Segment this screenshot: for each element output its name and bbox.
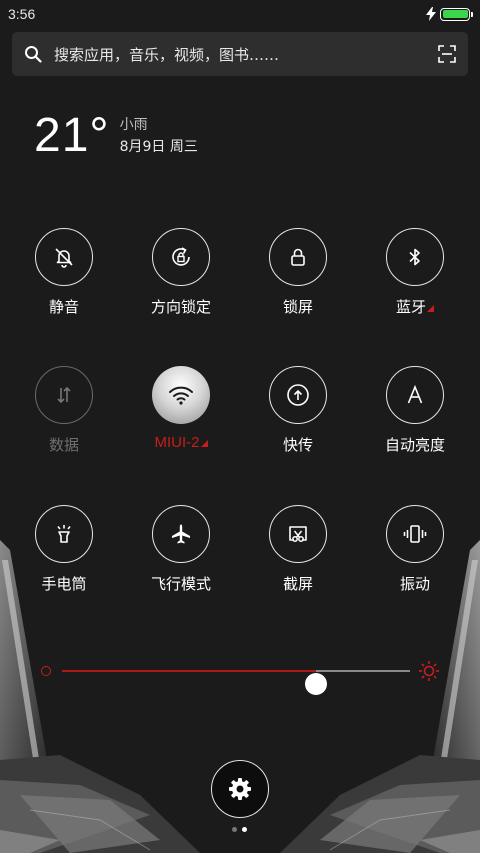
toggle-rotation-lock-circle[interactable] (152, 228, 210, 286)
weather-widget[interactable]: 21° 小雨 8月9日 周三 (34, 112, 198, 160)
rotation-lock-icon (172, 247, 190, 266)
page-indicator (232, 827, 247, 832)
toggle-wifi-label-wrap: MIUI-2 (155, 434, 208, 451)
toggle-bluetooth-circle[interactable] (386, 228, 444, 286)
toggle-lock-screen-label: 锁屏 (282, 298, 313, 316)
brightness-track-fill (62, 670, 317, 672)
weather-condition: 小雨 (119, 117, 148, 133)
screenshot-icon (289, 526, 307, 542)
toggle-vibrate-circle[interactable] (386, 505, 444, 563)
toggle-lock-screen-circle[interactable] (269, 228, 327, 286)
toggle-auto-brightness-circle[interactable] (386, 366, 444, 424)
vibrate-icon (403, 525, 427, 543)
toggle-auto-brightness-label: 自动亮度 (384, 436, 445, 454)
toggle-data[interactable]: 数据 (14, 366, 114, 455)
gear-icon (229, 778, 251, 800)
brightness-high-icon (419, 661, 439, 681)
scan-icon[interactable] (438, 45, 456, 63)
settings-button[interactable] (211, 760, 269, 818)
toggle-mute-label: 静音 (48, 298, 79, 316)
toggle-data-circle[interactable] (35, 366, 93, 424)
toggle-airplane-circle[interactable] (152, 505, 210, 563)
battery-icon (440, 7, 473, 21)
weather-temperature: 21° (34, 109, 110, 162)
toggle-bluetooth-label-wrap: 蓝牙 (396, 296, 434, 317)
auto-brightness-icon (407, 384, 423, 404)
toggle-flashlight-circle[interactable] (35, 505, 93, 563)
toggle-vibrate[interactable]: 振动 (365, 505, 465, 594)
bell-off-icon (55, 248, 73, 268)
charging-icon (426, 7, 436, 21)
wifi-icon (169, 386, 193, 405)
toggle-airplane[interactable]: 飞行模式 (131, 505, 231, 594)
bluetooth-icon (409, 248, 420, 266)
lock-icon (291, 248, 305, 266)
flashlight-icon (57, 525, 71, 543)
toggle-rotation-lock[interactable]: 方向锁定 (131, 228, 231, 317)
brightness-track[interactable] (62, 670, 410, 695)
toggle-wifi[interactable]: MIUI-2 (131, 366, 231, 451)
weather-date: 8月9日 周三 (119, 139, 198, 155)
airplane-icon (172, 524, 190, 544)
toggle-screenshot[interactable]: 截屏 (248, 505, 348, 594)
brightness-low-icon (41, 666, 51, 676)
toggle-data-label: 数据 (48, 436, 79, 454)
toggle-auto-brightness[interactable]: 自动亮度 (365, 366, 465, 455)
toggle-screenshot-circle[interactable] (269, 505, 327, 563)
toggle-quick-transfer-circle[interactable] (269, 366, 327, 424)
toggle-flashlight-label: 手电筒 (41, 575, 87, 593)
brightness-slider[interactable] (38, 656, 442, 695)
brightness-thumb[interactable] (305, 673, 328, 695)
status-icons (426, 7, 473, 21)
quick-transfer-icon (287, 384, 309, 406)
toggle-vibrate-label: 振动 (399, 575, 430, 593)
toggle-wifi-circle[interactable] (152, 366, 210, 424)
search-placeholder[interactable]: 搜索应用，音乐，视频，图书…… (54, 44, 438, 65)
toggle-quick-transfer-label: 快传 (282, 436, 313, 454)
status-time: 3:56 (8, 6, 36, 22)
toggle-flashlight[interactable]: 手电筒 (14, 505, 114, 594)
expand-marker-icon (200, 440, 208, 447)
toggle-bluetooth-label: 蓝牙 (395, 298, 426, 316)
page-dot (232, 827, 237, 832)
status-bar: 3:56 (0, 0, 480, 28)
toggle-airplane-label: 飞行模式 (150, 575, 211, 593)
search-icon (25, 46, 42, 63)
toggle-mute[interactable]: 静音 (14, 228, 114, 317)
toggle-wifi-label: MIUI-2 (154, 434, 200, 451)
search-bar[interactable]: 搜索应用，音乐，视频，图书…… (12, 32, 468, 76)
toggle-mute-circle[interactable] (35, 228, 93, 286)
toggle-quick-transfer[interactable]: 快传 (248, 366, 348, 455)
page-dot-current (242, 827, 247, 832)
toggle-bluetooth[interactable]: 蓝牙 (365, 228, 465, 317)
data-arrows-icon (57, 386, 71, 404)
toggle-lock-screen[interactable]: 锁屏 (248, 228, 348, 317)
toggle-rotation-lock-label: 方向锁定 (150, 298, 211, 316)
toggle-screenshot-label: 截屏 (282, 575, 313, 593)
expand-marker-icon (427, 305, 434, 312)
